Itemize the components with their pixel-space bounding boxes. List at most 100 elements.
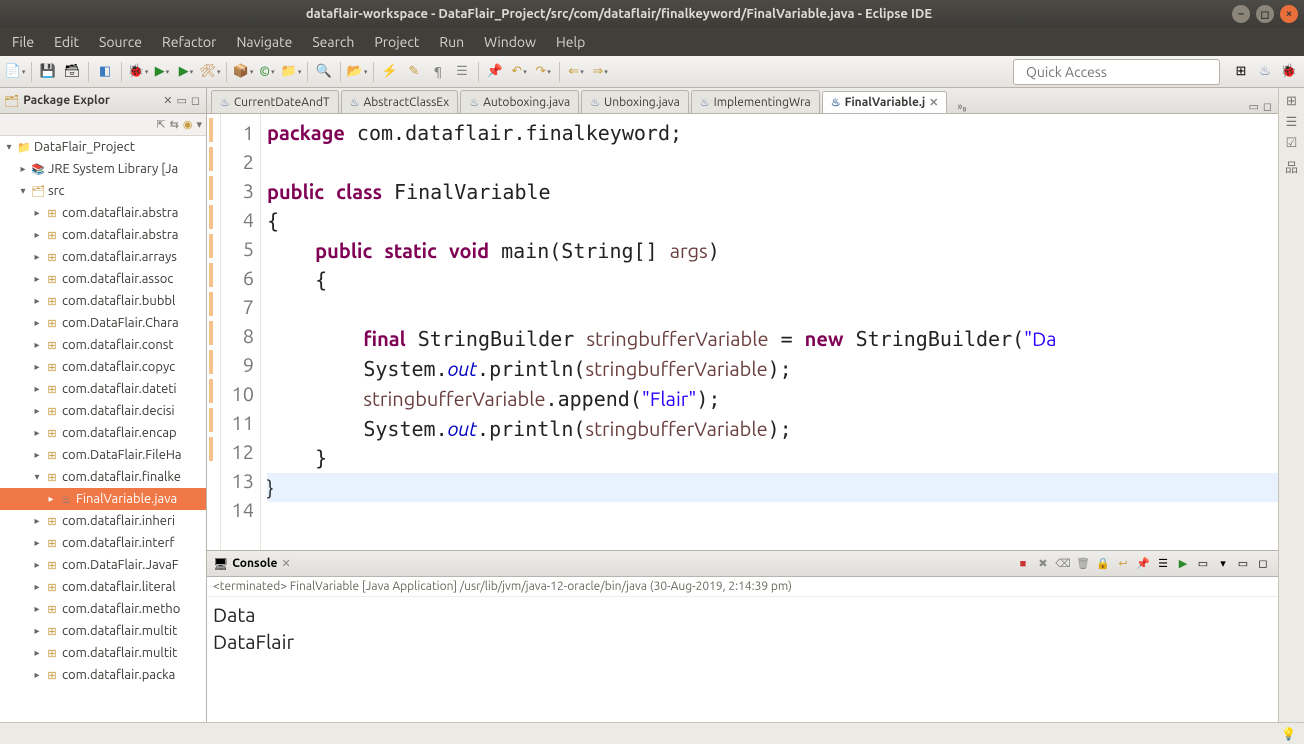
new-folder-icon[interactable]: 📁 <box>280 61 302 83</box>
code-editor[interactable]: package com.dataflair.finalkeyword; publ… <box>261 114 1278 550</box>
maximize-view-icon[interactable]: ◻ <box>191 94 200 107</box>
display-selected-icon[interactable]: ▶ <box>1174 555 1192 573</box>
search-icon[interactable]: 🔍 <box>313 61 335 83</box>
clear-console-icon[interactable]: 🗑 <box>1074 555 1092 573</box>
minimize-button[interactable]: – <box>1232 5 1250 23</box>
editor-maximize-icon[interactable]: ◻ <box>1263 100 1272 113</box>
package-node-6[interactable]: ▸⊞com.dataflair.const <box>0 334 206 356</box>
package-node-open[interactable]: ▾⊞com.dataflair.finalke <box>0 466 206 488</box>
hierarchy-icon[interactable]: 品 <box>1285 157 1298 176</box>
organize-icon[interactable]: ☰ <box>451 61 473 83</box>
src-node[interactable]: ▾🗂src <box>0 180 206 202</box>
console-max-icon[interactable]: ◻ <box>1254 555 1272 573</box>
menu-file[interactable]: File <box>4 32 42 52</box>
debug-perspective-icon[interactable]: 🐞 <box>1278 61 1300 83</box>
new-icon[interactable]: 📄 <box>4 61 26 83</box>
project-node[interactable]: ▾📁DataFlair_Project <box>0 136 206 158</box>
jre-node[interactable]: ▸📚JRE System Library [Ja <box>0 158 206 180</box>
mark-icon[interactable]: ✎ <box>403 61 425 83</box>
annotation-prev-icon[interactable]: ↶ <box>508 61 530 83</box>
close-button[interactable]: × <box>1280 5 1298 23</box>
java-perspective-icon[interactable]: ♨ <box>1254 61 1276 83</box>
package-node-after-4[interactable]: ▸⊞com.dataflair.metho <box>0 598 206 620</box>
quick-access-input[interactable] <box>1013 59 1220 85</box>
link-editor-icon[interactable]: ⇆ <box>170 118 179 131</box>
package-node-after-7[interactable]: ▸⊞com.dataflair.packa <box>0 664 206 686</box>
tabs-overflow[interactable]: »₈ <box>953 101 970 113</box>
toggle-icon[interactable]: ◧ <box>94 61 116 83</box>
tab-currentdateandt[interactable]: ♨CurrentDateAndT <box>211 90 339 113</box>
minimize-view-icon[interactable]: ▭ <box>176 94 186 107</box>
package-node-8[interactable]: ▸⊞com.dataflair.dateti <box>0 378 206 400</box>
restore-icon[interactable]: ⊞ <box>1286 94 1297 109</box>
menu-navigate[interactable]: Navigate <box>228 32 300 52</box>
tab-finalvariable-j[interactable]: ♨FinalVariable.j✕ <box>822 91 948 114</box>
menu-edit[interactable]: Edit <box>46 32 87 52</box>
package-node-10[interactable]: ▸⊞com.dataflair.encap <box>0 422 206 444</box>
project-tree[interactable]: ▾📁DataFlair_Project▸📚JRE System Library … <box>0 136 206 722</box>
external-tools-icon[interactable]: 🛠 <box>199 61 221 83</box>
package-node-7[interactable]: ▸⊞com.dataflair.copyc <box>0 356 206 378</box>
package-node-1[interactable]: ▸⊞com.dataflair.abstra <box>0 224 206 246</box>
package-node-after-3[interactable]: ▸⊞com.dataflair.literal <box>0 576 206 598</box>
task-list-icon[interactable]: ☑ <box>1286 136 1298 151</box>
menu-run[interactable]: Run <box>431 32 472 52</box>
tab-implementingwra[interactable]: ♨ImplementingWra <box>691 90 820 113</box>
package-node-5[interactable]: ▸⊞com.DataFlair.Chara <box>0 312 206 334</box>
package-node-after-6[interactable]: ▸⊞com.dataflair.multit <box>0 642 206 664</box>
format-icon[interactable]: ¶ <box>427 61 449 83</box>
file-finalvariable[interactable]: ▸♨FinalVariable.java <box>0 488 206 510</box>
tab-autoboxing-java[interactable]: ♨Autoboxing.java <box>460 90 579 113</box>
view-menu-icon[interactable]: ▾ <box>196 118 202 131</box>
tab-unboxing-java[interactable]: ♨Unboxing.java <box>581 90 689 113</box>
menu-search[interactable]: Search <box>304 32 362 52</box>
package-node-after-5[interactable]: ▸⊞com.dataflair.multit <box>0 620 206 642</box>
pin-console-icon[interactable]: 📌 <box>1134 555 1152 573</box>
menu-help[interactable]: Help <box>548 32 593 52</box>
editor-minimize-icon[interactable]: ▭ <box>1248 100 1258 113</box>
close-view-icon[interactable]: ✕ <box>163 94 172 107</box>
console-output[interactable]: DataDataFlair <box>207 597 1278 722</box>
open-type-icon[interactable]: 📂 <box>346 61 368 83</box>
menu-window[interactable]: Window <box>476 32 544 52</box>
menu-project[interactable]: Project <box>366 32 427 52</box>
package-node-3[interactable]: ▸⊞com.dataflair.assoc <box>0 268 206 290</box>
package-node-2[interactable]: ▸⊞com.dataflair.arrays <box>0 246 206 268</box>
package-node-9[interactable]: ▸⊞com.dataflair.decisi <box>0 400 206 422</box>
package-node-11[interactable]: ▸⊞com.DataFlair.FileHa <box>0 444 206 466</box>
pin-icon[interactable]: 📌 <box>484 61 506 83</box>
annotation-next-icon[interactable]: ↷ <box>532 61 554 83</box>
scroll-lock-icon[interactable]: 🔒 <box>1094 555 1112 573</box>
open-console-icon[interactable]: ▭ <box>1194 555 1212 573</box>
remove-launch-icon[interactable]: ✖ <box>1034 555 1052 573</box>
save-icon[interactable]: 💾 <box>37 61 59 83</box>
terminate-icon[interactable]: ■ <box>1014 555 1032 573</box>
console-min-icon[interactable]: ▭ <box>1234 555 1252 573</box>
debug-icon[interactable]: 🐞 <box>127 61 149 83</box>
menu-source[interactable]: Source <box>91 32 150 52</box>
remove-all-icon[interactable]: ⌫ <box>1054 555 1072 573</box>
run-icon[interactable]: ▶ <box>151 61 173 83</box>
word-wrap-icon[interactable]: ↩ <box>1114 555 1132 573</box>
new-console-icon[interactable]: ▾ <box>1214 555 1232 573</box>
editor-body[interactable]: 1234567891011121314 package com.dataflai… <box>207 114 1278 550</box>
tab-close-icon[interactable]: ✕ <box>929 96 938 109</box>
package-node-after-1[interactable]: ▸⊞com.dataflair.interf <box>0 532 206 554</box>
save-all-icon[interactable]: 🗃 <box>61 61 83 83</box>
package-node-after-2[interactable]: ▸⊞com.DataFlair.JavaF <box>0 554 206 576</box>
tab-abstractclassex[interactable]: ♨AbstractClassEx <box>341 90 459 113</box>
package-node-after-0[interactable]: ▸⊞com.dataflair.inheri <box>0 510 206 532</box>
new-class-icon[interactable]: © <box>256 61 278 83</box>
outline-icon[interactable]: ☰ <box>1286 115 1298 130</box>
maximize-button[interactable]: ◻ <box>1256 5 1274 23</box>
back-icon[interactable]: ⇐ <box>565 61 587 83</box>
collapse-all-icon[interactable]: ⇱ <box>156 118 165 131</box>
focus-icon[interactable]: ◉ <box>183 118 193 131</box>
open-perspective-icon[interactable]: ⊞ <box>1230 61 1252 83</box>
wand-icon[interactable]: ⚡ <box>379 61 401 83</box>
tip-icon[interactable]: 💡 <box>1281 727 1296 741</box>
menu-refactor[interactable]: Refactor <box>154 32 224 52</box>
show-console-icon[interactable]: ☰ <box>1154 555 1172 573</box>
package-node-0[interactable]: ▸⊞com.dataflair.abstra <box>0 202 206 224</box>
package-node-4[interactable]: ▸⊞com.dataflair.bubbl <box>0 290 206 312</box>
